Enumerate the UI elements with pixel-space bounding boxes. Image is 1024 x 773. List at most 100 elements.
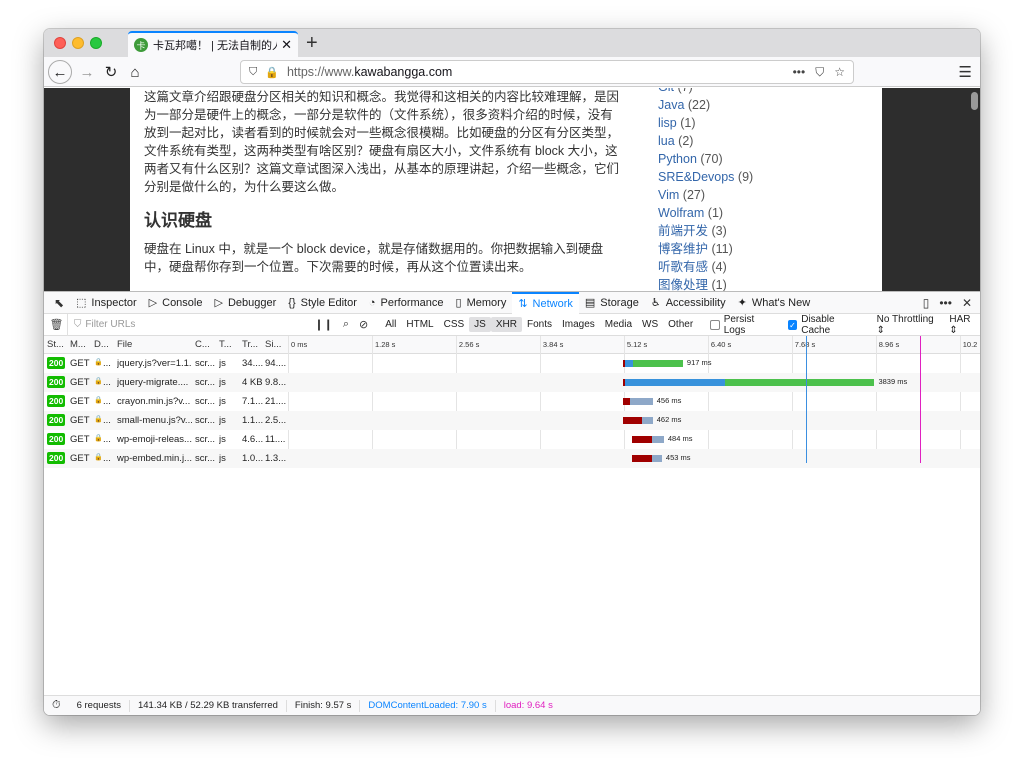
filter-type-html[interactable]: HTML: [401, 317, 438, 332]
page-actions-icon[interactable]: •••: [793, 65, 806, 79]
search-icon[interactable]: ⌕: [343, 318, 349, 331]
category-link[interactable]: 图像处理 (1): [658, 276, 753, 291]
url-text[interactable]: https://www.kawabangga.com: [287, 65, 783, 79]
forward-button[interactable]: →: [76, 61, 98, 83]
tab-network[interactable]: ⇅ Network: [512, 291, 579, 314]
page-scrollbar[interactable]: [968, 88, 980, 291]
filter-type-images[interactable]: Images: [557, 317, 600, 332]
cell-file: crayon.min.js?v...: [117, 396, 191, 407]
table-row[interactable]: 200 GET 🔒... jquery.js?ver=1.1... scr... js 34…: [44, 354, 980, 373]
column-header[interactable]: D...: [94, 339, 109, 350]
tab-inspector[interactable]: ⬚ Inspector: [70, 292, 143, 314]
status-badge: 200: [47, 414, 66, 426]
column-header[interactable]: Tr...: [242, 339, 258, 350]
filter-type-other[interactable]: Other: [663, 317, 698, 332]
category-link[interactable]: 前端开发 (3): [658, 222, 753, 240]
category-link[interactable]: Git (7): [658, 88, 753, 96]
filter-type-media[interactable]: Media: [600, 317, 637, 332]
timeline-tick-label: 7.68 s: [794, 340, 816, 349]
url-bar[interactable]: ⛉ 🔒 https://www.kawabangga.com ••• ⛉ ☆: [240, 60, 854, 84]
bar-waiting: [652, 455, 662, 462]
element-picker-icon[interactable]: ⬉: [48, 296, 70, 310]
throttling-select[interactable]: No Throttling ⇕: [877, 314, 942, 336]
tab-storage[interactable]: ▤ Storage: [579, 292, 645, 314]
filter-type-xhr[interactable]: XHR: [490, 317, 522, 332]
column-header[interactable]: T...: [219, 339, 232, 350]
category-link[interactable]: 听歌有感 (4): [658, 258, 753, 276]
web-page: 这篇文章介绍跟硬盘分区相关的知识和概念。我觉得和这相关的内容比较难理解，是因为一…: [44, 88, 980, 291]
scrollbar-thumb[interactable]: [971, 92, 978, 110]
tab-whats-new[interactable]: ✦ What's New: [732, 292, 817, 314]
network-status-bar: ⏱ 6 requests 141.34 KB / 52.29 KB transf…: [44, 695, 980, 715]
cell-size: 9.8...: [265, 377, 287, 388]
persist-logs-checkbox[interactable]: Persist Logs: [710, 314, 776, 336]
filter-type-all[interactable]: All: [380, 317, 401, 332]
tab-performance[interactable]: ◔ Performance: [363, 292, 450, 314]
category-link[interactable]: SRE&Devops (9): [658, 168, 753, 186]
window-minimize-button[interactable]: [72, 37, 84, 49]
window-maximize-button[interactable]: [90, 37, 102, 49]
category-count: (70): [700, 152, 723, 166]
table-row[interactable]: 200 GET 🔒... small-menu.js?v... scr... js 1.1.…: [44, 411, 980, 430]
cell-file: small-menu.js?v...: [117, 415, 192, 426]
tab-style-editor[interactable]: {} Style Editor: [282, 292, 363, 314]
cell-domain: ...: [103, 415, 111, 426]
devtools-more-icon[interactable]: •••: [939, 296, 952, 310]
window-close-button[interactable]: [54, 37, 66, 49]
shield-icon[interactable]: ⛉: [249, 66, 257, 79]
browser-tab[interactable]: 卡 卡瓦邦噶！ | 无法自制的人得不到自由 ✕: [128, 31, 298, 57]
category-link[interactable]: lisp (1): [658, 114, 753, 132]
status-badge: 200: [47, 452, 66, 464]
finish-time: Finish: 9.57 s: [287, 699, 361, 712]
column-header[interactable]: File: [117, 339, 132, 350]
request-count: 6 requests: [69, 699, 130, 712]
cell-file: wp-emoji-releas...: [117, 434, 192, 445]
stopwatch-icon[interactable]: ⏱: [44, 699, 69, 712]
tab-close-icon[interactable]: ✕: [281, 37, 292, 53]
hamburger-menu-icon[interactable]: ☰: [959, 63, 972, 81]
cell-domain: ...: [103, 434, 111, 445]
reload-button[interactable]: ↻: [100, 61, 122, 83]
pocket-icon[interactable]: ⛉: [815, 65, 824, 80]
category-link[interactable]: 博客维护 (11): [658, 240, 753, 258]
category-count: (27): [682, 188, 706, 202]
category-link[interactable]: Python (70): [658, 150, 753, 168]
category-link[interactable]: Wolfram (1): [658, 204, 753, 222]
filter-type-js[interactable]: JS: [469, 317, 491, 332]
request-table-header: St... M... D... File C... T... Tr... Si... 0 ms 1…: [44, 336, 980, 463]
tab-accessibility[interactable]: ♿ Accessibility: [645, 292, 732, 314]
dock-side-icon[interactable]: ▯: [923, 296, 930, 310]
table-row[interactable]: 200 GET 🔒... jquery-migrate.... scr... js 4 KB…: [44, 373, 980, 392]
pause-icon[interactable]: ❙❙: [314, 318, 332, 331]
category-link[interactable]: Java (22): [658, 96, 753, 114]
column-header[interactable]: C...: [195, 339, 210, 350]
category-link[interactable]: lua (2): [658, 132, 753, 150]
block-icon[interactable]: ⊘: [359, 318, 368, 331]
category-name: Java: [658, 98, 688, 112]
category-name: 听歌有感: [658, 260, 712, 274]
lock-icon[interactable]: 🔒: [265, 66, 279, 79]
tab-console[interactable]: ▷ Console: [143, 292, 209, 314]
tab-memory[interactable]: ▯ Memory: [450, 292, 513, 314]
filter-type-ws[interactable]: WS: [637, 317, 663, 332]
category-name: 前端开发: [658, 224, 712, 238]
filter-type-fonts[interactable]: Fonts: [522, 317, 557, 332]
har-menu[interactable]: HAR ⇕: [949, 314, 980, 336]
bookmark-star-icon[interactable]: ☆: [834, 65, 845, 79]
new-tab-button[interactable]: +: [306, 31, 318, 55]
filter-urls-input[interactable]: ⛉ Filter URLs: [66, 313, 305, 336]
home-button[interactable]: ⌂: [124, 61, 146, 83]
table-row[interactable]: 200 GET 🔒... wp-embed.min.j... scr... js 1.0..…: [44, 449, 980, 468]
disable-cache-checkbox[interactable]: ✓ Disable Cache: [787, 314, 863, 336]
category-link[interactable]: Vim (27): [658, 186, 753, 204]
tab-debugger[interactable]: ▷ Debugger: [208, 292, 282, 314]
column-header[interactable]: Si...: [265, 339, 281, 350]
column-header[interactable]: St...: [47, 339, 64, 350]
table-row[interactable]: 200 GET 🔒... crayon.min.js?v... scr... js 7.1.…: [44, 392, 980, 411]
devtools-close-icon[interactable]: ✕: [962, 296, 972, 310]
clear-trash-icon[interactable]: 🗑: [46, 318, 67, 331]
table-row[interactable]: 200 GET 🔒... wp-emoji-releas... scr... js 4.6.…: [44, 430, 980, 449]
back-button[interactable]: ←: [48, 60, 72, 84]
filter-type-css[interactable]: CSS: [439, 317, 470, 332]
column-header[interactable]: M...: [70, 339, 86, 350]
